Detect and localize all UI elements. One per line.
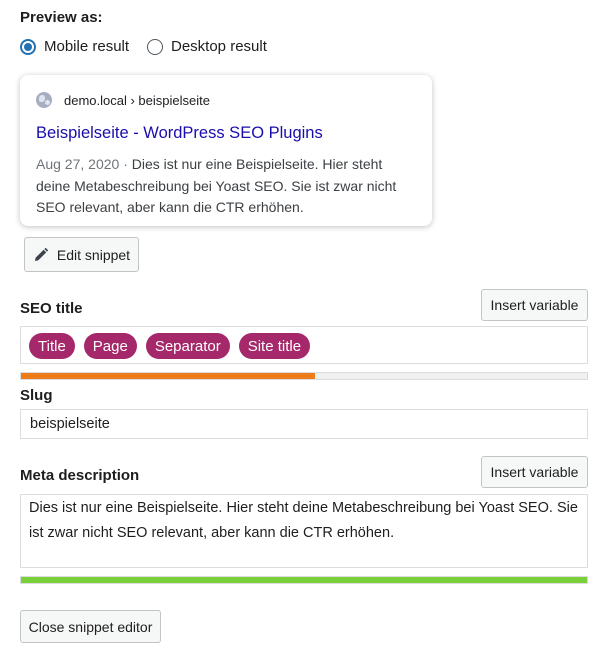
seo-title-progress-fill (21, 373, 316, 379)
mobile-result-label[interactable]: Mobile result (44, 38, 129, 55)
snippet-date-separator: · (123, 156, 128, 172)
mobile-result-option[interactable]: Mobile result (20, 38, 129, 55)
snippet-breadcrumb: demo.local › beispielseite (64, 92, 210, 108)
seo-title-field[interactable]: Title Page Separator Site title (20, 326, 588, 364)
snippet-title[interactable]: Beispielseite - WordPress SEO Plugins (36, 124, 323, 143)
snippet-date: Aug 27, 2020 (36, 156, 120, 172)
preview-as-label: Preview as: (20, 9, 103, 26)
variable-pill-separator[interactable]: Separator (145, 333, 230, 359)
mobile-result-radio[interactable] (20, 38, 36, 55)
desktop-result-radio[interactable] (147, 38, 163, 55)
seo-title-progress-bar (20, 372, 588, 380)
snippet-preview-card: demo.local › beispielseite Beispielseite… (20, 75, 432, 226)
seo-title-label: SEO title (20, 300, 83, 317)
globe-icon (36, 92, 52, 108)
edit-snippet-label: Edit snippet (56, 246, 131, 263)
variable-pill-site-title[interactable]: Site title (238, 333, 311, 359)
variable-pill-title[interactable]: Title (29, 333, 75, 359)
slug-input[interactable]: beispielseite (20, 409, 588, 439)
meta-description-progress-fill (21, 577, 587, 583)
pencil-icon (34, 247, 49, 261)
snippet-breadcrumb-row: demo.local › beispielseite (36, 92, 210, 108)
desktop-result-option[interactable]: Desktop result (147, 38, 267, 55)
meta-description-label: Meta description (20, 467, 140, 484)
variable-pill-page[interactable]: Page (83, 333, 137, 359)
seo-title-variables: Title Page Separator Site title (21, 327, 587, 365)
snippet-description-block: Aug 27, 2020 · Dies ist nur eine Beispie… (36, 154, 416, 219)
meta-description-progress-bar (20, 576, 588, 584)
close-snippet-editor-button[interactable]: Close snippet editor (20, 610, 161, 643)
seo-title-insert-variable-button[interactable]: Insert variable (481, 289, 588, 321)
edit-snippet-button[interactable]: Edit snippet (24, 237, 139, 272)
meta-description-value[interactable]: Dies ist nur eine Beispielseite. Hier st… (21, 495, 587, 546)
meta-description-field[interactable]: Dies ist nur eine Beispielseite. Hier st… (20, 494, 588, 568)
meta-description-insert-variable-button[interactable]: Insert variable (481, 456, 588, 488)
slug-value[interactable]: beispielseite (21, 410, 587, 441)
slug-label: Slug (20, 387, 53, 404)
desktop-result-label[interactable]: Desktop result (171, 38, 267, 55)
